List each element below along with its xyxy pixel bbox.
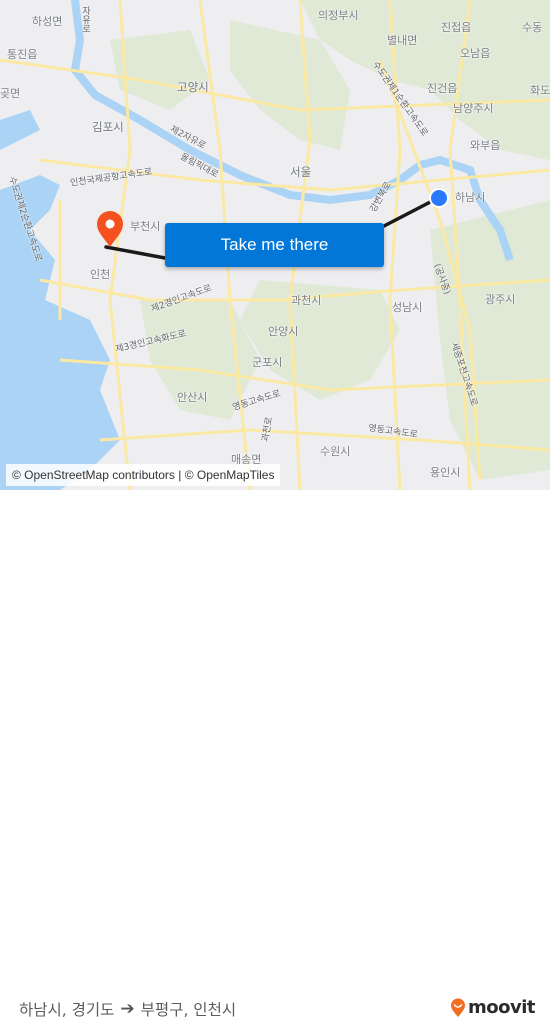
moovit-wordmark: moovit: [468, 997, 536, 1018]
map-label-gunpo: 군포시: [252, 356, 283, 369]
trip-destination: 부평구, 인천시: [140, 1001, 237, 1019]
map-label-hwado: 화도: [530, 84, 550, 97]
map-label-incheon: 인천: [90, 268, 111, 281]
trip-summary: 하남시, 경기도 ➔ 부평구, 인천시: [19, 998, 236, 1020]
map-label-sudong: 수동: [522, 21, 543, 34]
map-label-namyangju: 남양주시: [453, 102, 494, 115]
map-label-gimpo: 김포시: [92, 120, 124, 134]
map-label-jingeon: 진건읍: [427, 82, 458, 95]
map[interactable]: 하성면 통진읍 곶면 김포시 고양시 의정부시 별내면 진접읍 수동 오남읍 진…: [0, 0, 550, 490]
map-label-yongin: 용인시: [430, 466, 461, 479]
map-label-tongjin: 통진읍: [7, 48, 38, 61]
map-label-anyang: 안양시: [268, 325, 299, 338]
map-label-byeollae: 별내면: [387, 34, 418, 47]
map-label-hasung: 하성면: [32, 15, 63, 28]
origin-marker[interactable]: [431, 190, 447, 206]
road-label-jayu: 자유로: [80, 6, 90, 33]
map-label-wabu: 와부읍: [470, 139, 501, 152]
map-attribution[interactable]: © OpenStreetMap contributors | © OpenMap…: [6, 464, 281, 486]
arrow-right-icon: ➔: [120, 999, 135, 1019]
map-label-hanam: 하남시: [455, 191, 486, 204]
map-label-uijeongbu: 의정부시: [318, 9, 359, 22]
map-label-gwacheon: 과천시: [291, 294, 322, 307]
take-me-there-button[interactable]: Take me there: [165, 223, 384, 267]
footer: 하남시, 경기도 ➔ 부평구, 인천시 moovit: [0, 490, 550, 1019]
moovit-pin-icon: [451, 998, 465, 1017]
map-label-gwangju: 광주시: [485, 293, 516, 306]
map-label-bucheon: 부천시: [130, 220, 161, 233]
map-label-got: 곶면: [0, 87, 21, 100]
map-label-onam: 오남읍: [460, 47, 491, 60]
map-label-jinjeop: 진접읍: [441, 21, 472, 34]
trip-origin: 하남시, 경기도: [19, 1001, 115, 1019]
moovit-logo[interactable]: moovit: [450, 997, 536, 1018]
map-label-suwon: 수원시: [320, 445, 351, 458]
map-label-seoul: 서울: [290, 165, 312, 179]
map-label-goyang: 고양시: [177, 80, 209, 94]
map-label-seongnam: 성남시: [392, 301, 423, 314]
map-label-ansan: 안산시: [177, 391, 208, 404]
